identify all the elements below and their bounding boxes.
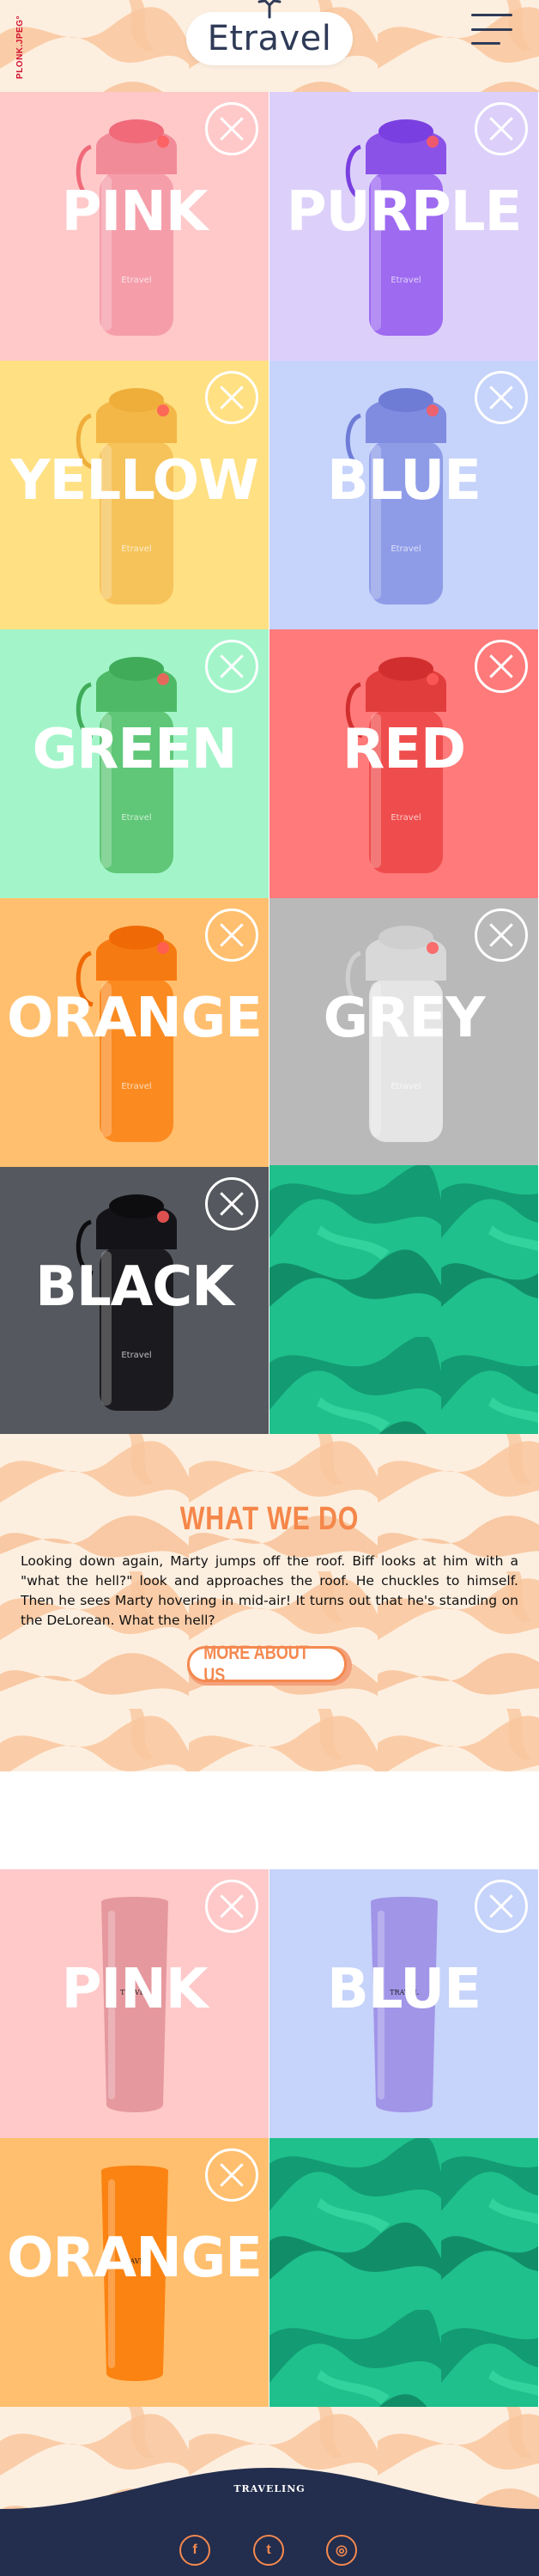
color-tile-black[interactable]: Etravel BLACK [0,1167,269,1436]
color-tile-red[interactable]: Etravel RED [270,629,538,898]
color-label: BLACK [35,1255,234,1319]
close-icon[interactable] [475,1880,528,1933]
instagram-icon[interactable]: ◎ [326,2535,357,2566]
svg-text:Etravel: Etravel [391,544,421,554]
close-icon[interactable] [475,640,528,693]
side-tag: PLONK.JPEG° [15,15,25,79]
color-tile-yellow[interactable]: Etravel YELLOW [0,361,269,629]
section-body: Looking down again, Marty jumps off the … [21,1553,518,1628]
color-label: GREY [323,987,486,1050]
close-icon[interactable] [205,908,258,962]
close-icon[interactable] [205,1880,258,1933]
footer-brand[interactable]: TRAVELING [0,2483,539,2494]
color-tile-orange[interactable]: Etravel ORANGE [0,898,269,1167]
tumbler-tile-orange[interactable]: TRAVEL ORANGE [0,2138,269,2407]
what-we-do-section: WHAT WE DO Looking down again, Marty jum… [0,1434,539,1771]
close-icon[interactable] [205,640,258,693]
close-icon[interactable] [475,371,528,424]
tumbler-tile-blue[interactable]: TRAVEL BLUE [270,1869,538,2138]
close-icon[interactable] [475,908,528,962]
close-icon[interactable] [475,102,528,155]
antler-icon [257,0,282,19]
close-icon[interactable] [205,102,258,155]
color-label: RED [342,718,466,781]
logo-text: Etravel [207,19,332,58]
twitter-icon[interactable]: t [253,2535,284,2566]
hamburger-menu-icon[interactable] [471,14,514,45]
section-title: WHAT WE DO [179,1501,360,1537]
color-label: PINK [61,180,209,244]
svg-text:Etravel: Etravel [391,276,421,285]
color-tile-pink[interactable]: Etravel PINK [0,92,269,361]
facebook-icon[interactable]: f [179,2535,210,2566]
color-tile-blue[interactable]: Etravel BLUE [270,361,538,629]
close-icon[interactable] [205,1177,258,1230]
close-icon[interactable] [205,371,258,424]
color-label: ORANGE [6,987,263,1050]
tumbler-label: PINK [61,1958,209,2021]
svg-text:Etravel: Etravel [121,1082,151,1091]
color-tile-grey[interactable]: Etravel GREY [270,898,538,1167]
tumbler-tile-pink[interactable]: TRAVEL PINK [0,1869,269,2138]
svg-text:Etravel: Etravel [391,1082,421,1091]
color-label: BLUE [327,449,481,513]
svg-text:Etravel: Etravel [121,813,151,823]
color-label: YELLOW [10,449,258,513]
more-about-us-label: MORE ABOUT US [203,1642,309,1686]
svg-text:Etravel: Etravel [121,544,151,554]
close-icon[interactable] [205,2148,258,2202]
color-label: PURPLE [286,180,523,244]
svg-text:Etravel: Etravel [121,1351,151,1360]
tumbler-label: ORANGE [6,2227,263,2290]
site-header: PLONK.JPEG° Etravel [0,0,539,92]
svg-text:Etravel: Etravel [391,813,421,823]
color-label: GREEN [32,718,238,781]
tumbler-label: BLUE [327,1958,481,2021]
svg-text:Etravel: Etravel [121,276,151,285]
more-about-us-button[interactable]: MORE ABOUT US [187,1642,352,1686]
green-marble-tile [270,1165,538,1434]
green-marble-tile-2 [270,2138,538,2407]
color-tile-purple[interactable]: Etravel PURPLE [270,92,538,361]
color-tile-green[interactable]: Etravel GREEN [0,629,269,898]
logo[interactable]: Etravel [186,0,353,65]
spacer [0,1771,539,1868]
